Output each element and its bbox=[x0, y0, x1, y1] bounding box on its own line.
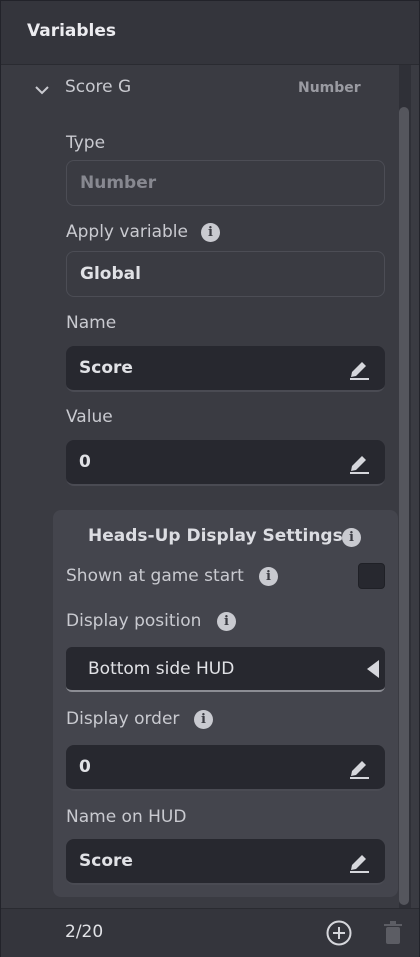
chevron-down-icon[interactable] bbox=[33, 81, 51, 99]
plus-circle-icon[interactable] bbox=[326, 920, 352, 946]
display-order-value: 0 bbox=[79, 757, 91, 777]
name-field[interactable]: Score bbox=[66, 346, 385, 392]
info-icon[interactable]: i bbox=[201, 223, 220, 242]
type-field: Number bbox=[66, 160, 385, 206]
scrollbar-thumb[interactable] bbox=[399, 107, 409, 905]
display-order-label: Display order bbox=[66, 709, 180, 729]
variable-count: 2/20 bbox=[65, 922, 104, 942]
variable-type-badge: Number bbox=[298, 80, 361, 96]
pencil-icon[interactable] bbox=[347, 357, 371, 381]
display-position-label: Display position bbox=[66, 611, 202, 631]
value-value: 0 bbox=[79, 452, 91, 472]
value-field[interactable]: 0 bbox=[66, 440, 385, 486]
apply-variable-label: Apply variable bbox=[66, 222, 188, 242]
shown-at-start-label: Shown at game start bbox=[66, 566, 244, 586]
variable-name-label: Score G bbox=[65, 77, 132, 97]
value-label: Value bbox=[66, 407, 113, 427]
shown-at-start-checkbox[interactable] bbox=[358, 563, 385, 589]
pencil-icon[interactable] bbox=[347, 850, 371, 874]
trash-icon[interactable] bbox=[382, 921, 404, 945]
info-icon[interactable]: i bbox=[342, 528, 361, 547]
name-label: Name bbox=[66, 313, 117, 333]
panel-header: Variables bbox=[1, 1, 419, 65]
panel-title: Variables bbox=[27, 21, 117, 41]
pencil-icon[interactable] bbox=[347, 451, 371, 475]
apply-variable-field: Global bbox=[66, 251, 385, 297]
pencil-icon[interactable] bbox=[347, 756, 371, 780]
panel-footer: 2/20 bbox=[1, 908, 419, 957]
info-icon[interactable]: i bbox=[259, 567, 278, 586]
name-on-hud-field[interactable]: Score bbox=[66, 839, 385, 885]
display-order-field[interactable]: 0 bbox=[66, 745, 385, 791]
type-value: Number bbox=[80, 173, 157, 193]
name-on-hud-label: Name on HUD bbox=[66, 807, 187, 827]
info-icon[interactable]: i bbox=[194, 710, 213, 729]
name-on-hud-value: Score bbox=[79, 851, 133, 871]
type-label: Type bbox=[66, 133, 106, 153]
info-icon[interactable]: i bbox=[217, 612, 236, 631]
apply-variable-value: Global bbox=[80, 264, 141, 284]
variables-panel: Variables Score G Number Type Number App… bbox=[0, 0, 420, 957]
hud-settings-title: Heads-Up Display Settings bbox=[88, 526, 343, 546]
name-value: Score bbox=[79, 358, 133, 378]
display-position-value: Bottom side HUD bbox=[88, 659, 235, 679]
triangle-left-icon[interactable] bbox=[367, 660, 379, 678]
display-position-select[interactable]: Bottom side HUD bbox=[66, 647, 385, 692]
